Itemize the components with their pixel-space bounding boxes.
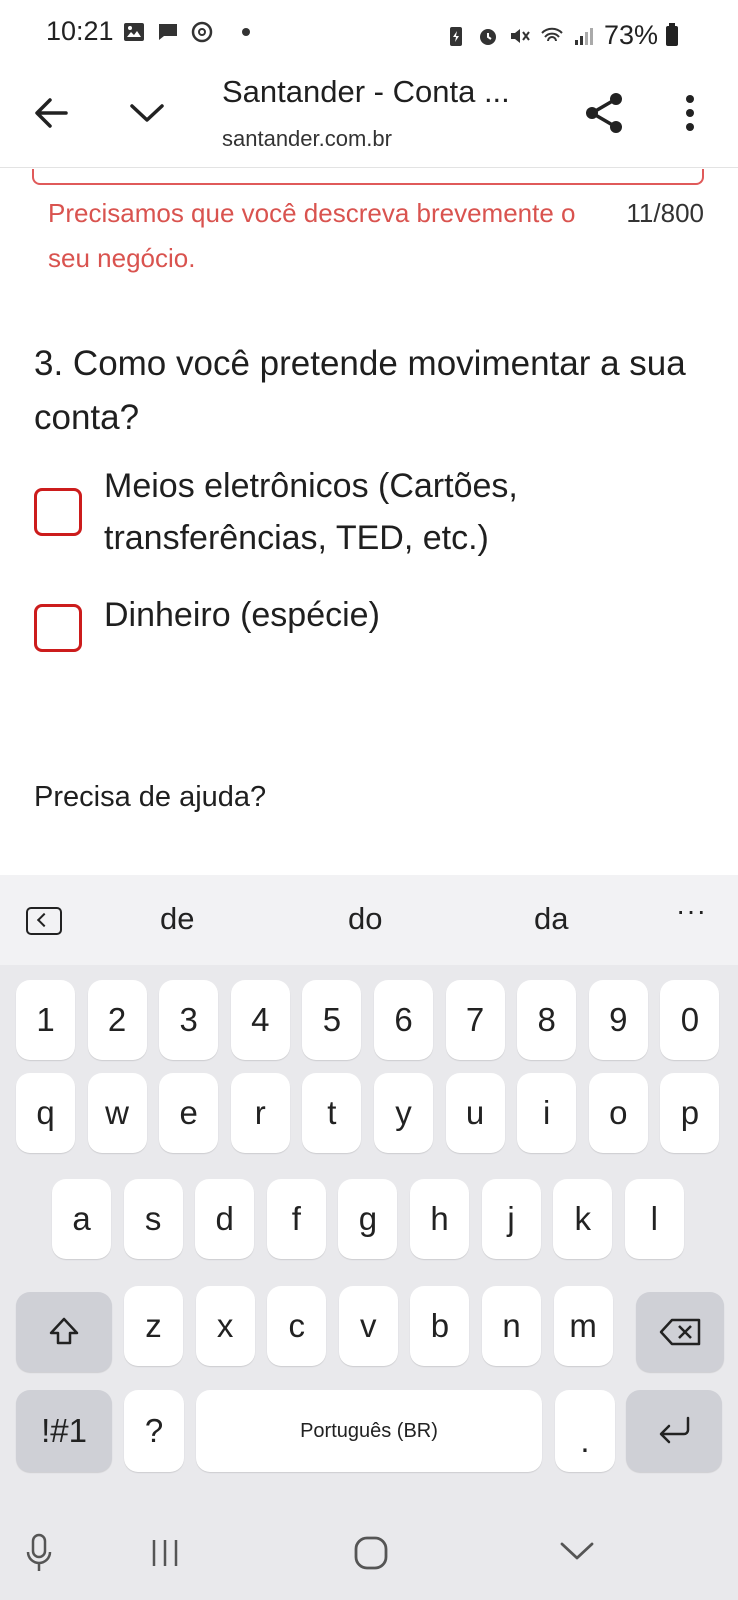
option-electronic[interactable]: Meios eletrônicos (Cartões, transferênci… [34,460,664,564]
chat-icon [159,24,177,40]
notification-icons [122,20,250,44]
key-f[interactable]: f [266,1179,326,1259]
suggestion-word[interactable]: de [160,901,194,937]
key-b[interactable]: b [410,1286,470,1366]
backspace-icon [659,1318,701,1346]
more-notifications-dot [242,28,250,36]
chevron-down-icon[interactable] [124,90,170,136]
key-5[interactable]: 5 [302,980,362,1060]
key-p[interactable]: p [660,1073,720,1153]
help-link[interactable]: Precisa de ajuda? [34,781,266,814]
suggestion-word[interactable]: da [534,901,568,937]
key-j[interactable]: j [481,1179,541,1259]
suggestion-bar: de do da ··· [0,875,738,965]
key-e[interactable]: e [159,1073,219,1153]
key-l[interactable]: l [624,1179,684,1259]
period-key[interactable]: . [555,1390,615,1472]
key-q[interactable]: q [16,1073,75,1153]
key-y[interactable]: y [374,1073,433,1153]
checkbox-electronic[interactable] [34,488,82,536]
wifi-icon [541,27,563,41]
enter-icon [659,1416,690,1444]
gallery-icon [124,23,144,41]
error-message: Precisamos que você descreva brevemente … [48,198,576,273]
system-nav-bar [0,1520,738,1600]
status-time: 10:21 [46,16,114,46]
key-t[interactable]: t [302,1073,362,1153]
system-icons: 73% [444,20,678,51]
shift-key[interactable] [16,1292,112,1372]
threads-icon [191,21,213,43]
more-vert-icon[interactable] [670,88,710,138]
keyboard-toolbar-back-icon[interactable] [26,907,62,935]
share-icon[interactable] [580,88,630,138]
battery-percent: 73% [603,20,658,50]
key-1[interactable]: 1 [16,980,75,1060]
key-u[interactable]: u [445,1073,505,1153]
microphone-icon[interactable] [24,1532,54,1576]
browser-toolbar: Santander - Conta ... santander.com.br [0,68,738,168]
key-7[interactable]: 7 [445,980,505,1060]
option-cash[interactable]: Dinheiro (espécie) [34,589,664,652]
key-8[interactable]: 8 [517,980,577,1060]
signal-icon [574,27,593,45]
recent-apps-icon[interactable] [148,1536,182,1570]
key-x[interactable]: x [195,1286,255,1366]
enter-key[interactable] [626,1390,722,1472]
battery-saver-icon [449,26,462,46]
key-n[interactable]: n [482,1286,541,1366]
key-r[interactable]: r [230,1073,290,1153]
checkbox-cash[interactable] [34,604,82,652]
key-k[interactable]: k [553,1179,613,1259]
back-arrow-icon[interactable] [28,90,74,136]
more-options-icon[interactable]: ··· [676,895,707,927]
key-z[interactable]: z [124,1286,183,1366]
home-icon[interactable] [352,1534,390,1572]
key-v[interactable]: v [338,1286,398,1366]
key-4[interactable]: 4 [230,980,290,1060]
key-c[interactable]: c [267,1286,327,1366]
question-key[interactable]: ? [124,1390,184,1472]
key-g[interactable]: g [338,1179,398,1259]
key-6[interactable]: 6 [374,980,433,1060]
key-i[interactable]: i [517,1073,577,1153]
keyboard: de do da ··· !#1 ? Português (BR) . 1234… [0,875,738,1600]
symbols-key[interactable]: !#1 [16,1390,112,1472]
mute-icon [510,28,530,43]
key-s[interactable]: s [123,1179,183,1259]
question-heading: 3. Como você pretende movimentar a sua c… [34,344,686,437]
key-o[interactable]: o [588,1073,648,1153]
key-0[interactable]: 0 [660,980,720,1060]
key-m[interactable]: m [553,1286,613,1366]
page-url[interactable]: santander.com.br [222,126,392,152]
key-h[interactable]: h [410,1179,469,1259]
business-description-textarea[interactable] [32,169,704,185]
hide-keyboard-chevron-icon[interactable] [558,1536,596,1566]
backspace-key[interactable] [636,1292,724,1372]
page-title[interactable]: Santander - Conta ... [222,74,510,110]
status-bar: 10:21 73% [0,0,738,68]
suggestion-word[interactable]: do [348,901,382,937]
key-3[interactable]: 3 [159,980,219,1060]
char-counter: 11/800 [626,198,704,228]
option-label[interactable]: Dinheiro (espécie) [104,589,664,641]
page-content: Precisamos que você descreva brevemente … [0,169,738,875]
option-label[interactable]: Meios eletrônicos (Cartões, transferênci… [104,460,664,564]
key-9[interactable]: 9 [588,980,648,1060]
shift-icon [49,1317,79,1345]
key-d[interactable]: d [195,1179,255,1259]
battery-icon [666,22,678,46]
key-w[interactable]: w [87,1073,147,1153]
alarm-icon [479,28,496,45]
space-key[interactable]: Português (BR) [196,1390,542,1472]
key-a[interactable]: a [52,1179,111,1259]
key-2[interactable]: 2 [87,980,147,1060]
